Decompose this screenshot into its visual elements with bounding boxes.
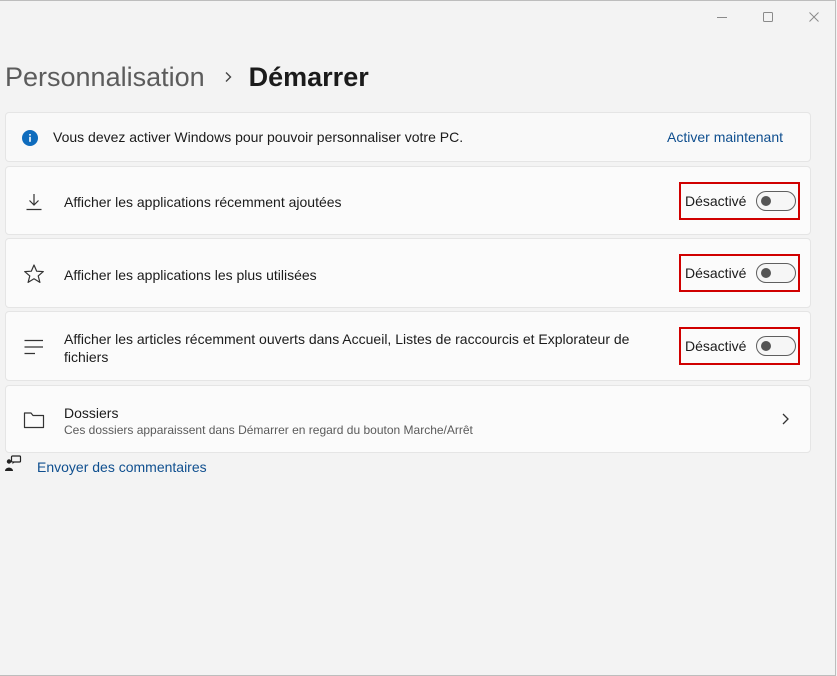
toggle-group: Désactivé bbox=[679, 327, 800, 365]
toggle-group: Désactivé bbox=[679, 254, 800, 292]
activation-banner: Vous devez activer Windows pour pouvoir … bbox=[5, 112, 811, 162]
most-used-apps-toggle[interactable] bbox=[756, 263, 796, 283]
download-icon bbox=[23, 191, 45, 213]
activation-message: Vous devez activer Windows pour pouvoir … bbox=[53, 129, 464, 145]
toggle-state-label: Désactivé bbox=[685, 193, 747, 209]
close-button[interactable] bbox=[791, 0, 837, 34]
folder-icon bbox=[23, 409, 45, 431]
window-controls bbox=[699, 0, 837, 34]
setting-title: Afficher les applications les plus utili… bbox=[64, 267, 317, 283]
toggle-knob bbox=[761, 196, 771, 206]
setting-row-recent-apps: Afficher les applications récemment ajou… bbox=[5, 166, 811, 235]
toggle-knob bbox=[761, 341, 771, 351]
folders-title: Dossiers bbox=[64, 405, 119, 421]
recent-items-toggle[interactable] bbox=[756, 336, 796, 356]
recent-apps-toggle[interactable] bbox=[756, 191, 796, 211]
maximize-button[interactable] bbox=[745, 0, 791, 34]
activate-now-link[interactable]: Activer maintenant bbox=[667, 129, 783, 145]
feedback-icon bbox=[4, 455, 22, 478]
setting-title: Afficher les articles récemment ouverts … bbox=[64, 331, 630, 365]
page-title: Démarrer bbox=[248, 61, 369, 92]
info-icon bbox=[22, 130, 38, 151]
maximize-icon bbox=[763, 12, 773, 22]
folders-row[interactable]: Dossiers Ces dossiers apparaissent dans … bbox=[5, 385, 811, 453]
setting-row-recent-items: Afficher les articles récemment ouverts … bbox=[5, 311, 811, 381]
folders-subtitle: Ces dossiers apparaissent dans Démarrer … bbox=[64, 423, 473, 437]
feedback-label: Envoyer des commentaires bbox=[37, 458, 207, 475]
breadcrumb-parent-link[interactable]: Personnalisation bbox=[5, 62, 205, 93]
toggle-state-label: Désactivé bbox=[685, 338, 747, 354]
star-icon bbox=[23, 263, 45, 285]
toggle-group: Désactivé bbox=[679, 182, 800, 220]
breadcrumb: Personnalisation Démarrer bbox=[5, 57, 369, 97]
setting-row-most-used-apps: Afficher les applications les plus utili… bbox=[5, 238, 811, 308]
minimize-icon bbox=[717, 17, 727, 18]
chevron-right-icon bbox=[223, 71, 233, 83]
setting-title: Afficher les applications récemment ajou… bbox=[64, 194, 342, 210]
chevron-right-icon bbox=[780, 412, 790, 431]
close-icon bbox=[809, 12, 819, 22]
list-icon bbox=[23, 336, 45, 358]
toggle-knob bbox=[761, 268, 771, 278]
minimize-button[interactable] bbox=[699, 0, 745, 34]
toggle-state-label: Désactivé bbox=[685, 265, 747, 281]
feedback-link[interactable]: Envoyer des commentaires bbox=[4, 455, 207, 478]
